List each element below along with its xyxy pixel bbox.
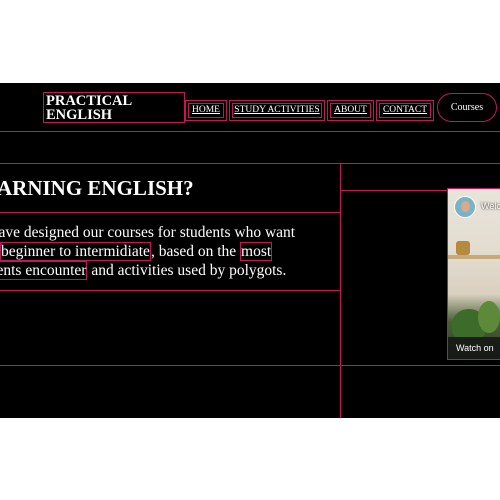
courses-button[interactable]: Courses <box>437 93 497 122</box>
heading-bottom-border <box>0 212 340 213</box>
most-link[interactable]: most <box>240 242 273 261</box>
nav-item-contact[interactable]: CONTACT <box>376 100 434 121</box>
embedded-video[interactable]: Welc Watch on <box>447 188 500 360</box>
intro-line-3: udents encounter and activities used by … <box>0 261 340 280</box>
nav-item-study-activities[interactable]: STUDY ACTIVITIES <box>229 100 325 121</box>
site-logo[interactable]: PRACTICAL ENGLISH <box>43 92 185 123</box>
students-encounter-link[interactable]: udents encounter <box>0 261 88 280</box>
video-title[interactable]: Welc <box>481 201 500 211</box>
page-viewport: PRACTICAL ENGLISH HOME STUDY ACTIVITIES … <box>0 83 500 418</box>
video-thumbnail-plant <box>478 301 500 333</box>
nav-item-about[interactable]: ABOUT <box>327 100 374 121</box>
watch-on-youtube-button[interactable]: Watch on <box>448 337 500 359</box>
watch-on-label: Watch on <box>456 343 494 353</box>
nav-home-link[interactable]: HOME <box>188 103 224 118</box>
nav-about-link[interactable]: ABOUT <box>330 103 371 118</box>
intro-line-1: e have designed our courses for students… <box>0 224 296 241</box>
video-thumbnail-shelf <box>448 255 500 259</box>
intro-line-2: beginner to intermidiate, based on the m… <box>0 242 340 261</box>
para-bottom-border <box>0 290 340 291</box>
lower-divider <box>0 365 500 366</box>
intro-paragraph: e have designed our courses for students… <box>0 223 340 280</box>
video-thumbnail-object <box>456 241 470 255</box>
nav-item-home[interactable]: HOME <box>185 100 227 121</box>
channel-avatar[interactable] <box>454 196 476 218</box>
section-top-border <box>0 163 500 164</box>
logo-line-2: ENGLISH <box>46 107 113 123</box>
intro-line-2-text: , based on the <box>150 243 241 260</box>
nav-study-activities-link[interactable]: STUDY ACTIVITIES <box>232 103 322 118</box>
intro-line-3-text: and activities used by polygots. <box>87 262 287 279</box>
header-bottom-border <box>0 131 500 132</box>
column-divider <box>340 163 341 418</box>
page-heading: EARNING ENGLISH? <box>0 176 194 200</box>
level-range-link[interactable]: beginner to intermidiate <box>0 242 151 261</box>
nav-contact-link[interactable]: CONTACT <box>379 103 431 118</box>
